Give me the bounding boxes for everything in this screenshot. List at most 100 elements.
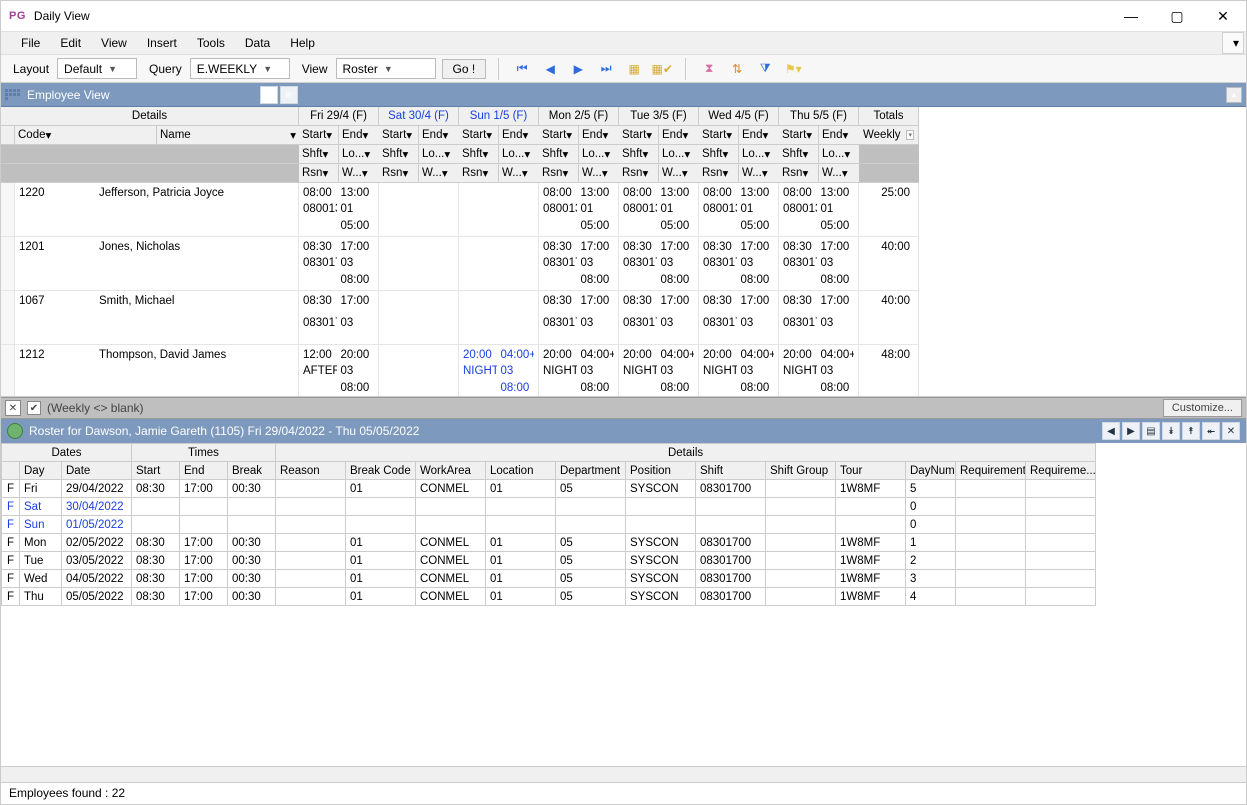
menu-data[interactable]: Data <box>235 33 280 53</box>
menu-tools[interactable]: Tools <box>187 33 235 53</box>
shift-cell[interactable]: 08:3017:00 08301703 08:00 <box>699 237 779 291</box>
calendar-button[interactable]: ▦ <box>623 58 645 80</box>
roster-next-button[interactable]: ▶ <box>1122 422 1140 440</box>
shift-cell[interactable] <box>459 291 539 345</box>
day-header[interactable]: Wed 4/5 (F) <box>699 107 779 126</box>
titlebar: PG Daily View — ▢ ✕ <box>1 1 1246 31</box>
view-label: View <box>302 62 328 76</box>
shift-cell[interactable]: 08:3017:00 08301703 <box>779 291 859 345</box>
row-handle[interactable] <box>1 345 15 397</box>
shift-cell[interactable]: 20:0004:00+ NIGHT03 08:00 <box>699 345 779 397</box>
filter-close-button[interactable]: ✕ <box>5 400 21 416</box>
detail-row[interactable]: FFri29/04/2022 08:3017:0000:30 01CONMEL0… <box>2 480 1096 498</box>
row-handle[interactable] <box>1 237 15 291</box>
shift-cell[interactable]: 08:3017:00 08301703 08:00 <box>779 237 859 291</box>
day-header[interactable]: Sun 1/5 (F) <box>459 107 539 126</box>
close-button[interactable]: ✕ <box>1200 1 1246 31</box>
shift-cell[interactable]: 08:3017:00 08301703 <box>699 291 779 345</box>
detail-row[interactable]: FSat30/04/2022 0 <box>2 498 1096 516</box>
person-icon <box>7 423 23 439</box>
roster-expand-button[interactable]: ⯭ <box>1182 422 1200 440</box>
day-header[interactable]: Thu 5/5 (F) <box>779 107 859 126</box>
employee-cell[interactable]: 1201Jones, Nicholas <box>15 237 299 291</box>
query-label: Query <box>149 62 182 76</box>
layout-label: Layout <box>13 62 49 76</box>
detail-row[interactable]: FWed04/05/2022 08:3017:0000:30 01CONMEL0… <box>2 570 1096 588</box>
total-cell: 48:00 <box>859 345 919 397</box>
shift-cell[interactable]: 08:3017:00 08301703 <box>539 291 619 345</box>
roster-detail-grid[interactable]: Dates Times Details DayDate StartEndBrea… <box>1 443 1246 766</box>
scroll-up-button[interactable]: ▴ <box>1226 87 1242 103</box>
nav-last-button[interactable]: ⏭ <box>595 58 617 80</box>
detail-row[interactable]: FSun01/05/2022 0 <box>2 516 1096 534</box>
minimize-button[interactable]: — <box>1108 1 1154 31</box>
roster-form-icon[interactable]: ▤ <box>1142 422 1160 440</box>
shift-cell[interactable] <box>379 183 459 237</box>
shift-cell[interactable]: 08:3017:00 08301703 <box>619 291 699 345</box>
detail-row[interactable]: FMon02/05/2022 08:3017:0000:30 01CONMEL0… <box>2 534 1096 552</box>
shift-cell[interactable] <box>379 291 459 345</box>
nav-first-button[interactable]: ⏮ <box>511 58 533 80</box>
shift-cell[interactable]: 08:0013:00 08001301 05:00 <box>699 183 779 237</box>
shift-cell[interactable]: 08:3017:00 08301703 08:00 <box>299 237 379 291</box>
menu-view[interactable]: View <box>91 33 137 53</box>
toolbar: Layout Default▼ Query E.WEEKLY▼ View Ros… <box>1 55 1246 83</box>
shift-cell[interactable]: 20:0004:00+ NIGHT03 08:00 <box>459 345 539 397</box>
menu-help[interactable]: Help <box>280 33 325 53</box>
detail-row[interactable]: FTue03/05/2022 08:3017:0000:30 01CONMEL0… <box>2 552 1096 570</box>
total-cell: 40:00 <box>859 237 919 291</box>
maximize-button[interactable]: ▢ <box>1154 1 1200 31</box>
day-header[interactable]: Fri 29/4 (F) <box>299 107 379 126</box>
row-handle[interactable] <box>1 291 15 345</box>
grid-view-icon[interactable]: ▦ <box>260 86 278 104</box>
roster-prev-button[interactable]: ◀ <box>1102 422 1120 440</box>
roster-collapse-down-button[interactable]: ⯯ <box>1162 422 1180 440</box>
roster-close-button[interactable]: ✕ <box>1222 422 1240 440</box>
day-header[interactable]: Mon 2/5 (F) <box>539 107 619 126</box>
shift-cell[interactable]: 20:0004:00+ NIGHT03 08:00 <box>619 345 699 397</box>
shift-cell[interactable] <box>379 237 459 291</box>
employee-cell[interactable]: 1220Jefferson, Patricia Joyce <box>15 183 299 237</box>
row-handle[interactable] <box>1 183 15 237</box>
view-combo[interactable]: Roster▼ <box>336 58 436 79</box>
employee-grid[interactable]: DetailsFri 29/4 (F)Sat 30/4 (F)Sun 1/5 (… <box>1 107 1246 397</box>
query-combo[interactable]: E.WEEKLY▼ <box>190 58 290 79</box>
shift-cell[interactable]: 08:0013:00 08001301 05:00 <box>539 183 619 237</box>
grip-icon <box>5 89 23 100</box>
shift-cell[interactable]: 08:3017:00 08301703 08:00 <box>539 237 619 291</box>
sort-icon[interactable]: ⇅ <box>726 58 748 80</box>
ribbon-collapse-button[interactable]: ▾ <box>1222 32 1244 54</box>
nav-prev-button[interactable]: ◀ <box>539 58 561 80</box>
employee-cell[interactable]: 1212Thompson, David James <box>15 345 299 397</box>
detail-row[interactable]: FThu05/05/2022 08:3017:0000:30 01CONMEL0… <box>2 588 1096 606</box>
shift-cell[interactable] <box>379 345 459 397</box>
shift-cell[interactable]: 20:0004:00+ NIGHT03 08:00 <box>779 345 859 397</box>
list-view-icon[interactable]: ≡ <box>280 86 298 104</box>
shift-cell[interactable]: 08:3017:00 08301703 08:00 <box>619 237 699 291</box>
employee-cell[interactable]: 1067Smith, Michael <box>15 291 299 345</box>
layout-combo[interactable]: Default▼ <box>57 58 137 79</box>
shift-cell[interactable] <box>459 237 539 291</box>
calendar-check-button[interactable]: ▦✔ <box>651 58 673 80</box>
menu-file[interactable]: File <box>11 33 50 53</box>
filter-checkbox[interactable]: ✔ <box>27 401 41 415</box>
shift-cell[interactable] <box>459 183 539 237</box>
shift-cell[interactable]: 08:0013:00 08001301 05:00 <box>619 183 699 237</box>
customize-button[interactable]: Customize... <box>1163 399 1242 417</box>
day-header[interactable]: Tue 3/5 (F) <box>619 107 699 126</box>
flag-icon[interactable]: ⚑▾ <box>782 58 804 80</box>
filter-expression: (Weekly <> blank) <box>47 401 144 415</box>
hourglass-icon[interactable]: ⧗ <box>698 58 720 80</box>
shift-cell[interactable]: 08:0013:00 08001301 05:00 <box>299 183 379 237</box>
shift-cell[interactable]: 08:0013:00 08001301 05:00 <box>779 183 859 237</box>
shift-cell[interactable]: 20:0004:00+ NIGHT03 08:00 <box>539 345 619 397</box>
menu-insert[interactable]: Insert <box>137 33 187 53</box>
menu-edit[interactable]: Edit <box>50 33 91 53</box>
shift-cell[interactable]: 08:3017:00 08301703 <box>299 291 379 345</box>
nav-next-button[interactable]: ▶ <box>567 58 589 80</box>
shift-cell[interactable]: 12:0020:00 AFTER03 08:00 <box>299 345 379 397</box>
go-button[interactable]: Go ! <box>442 59 487 79</box>
roster-collapse-up-button[interactable]: ⯬ <box>1202 422 1220 440</box>
filter-icon[interactable]: ⧩ <box>754 58 776 80</box>
day-header[interactable]: Sat 30/4 (F) <box>379 107 459 126</box>
